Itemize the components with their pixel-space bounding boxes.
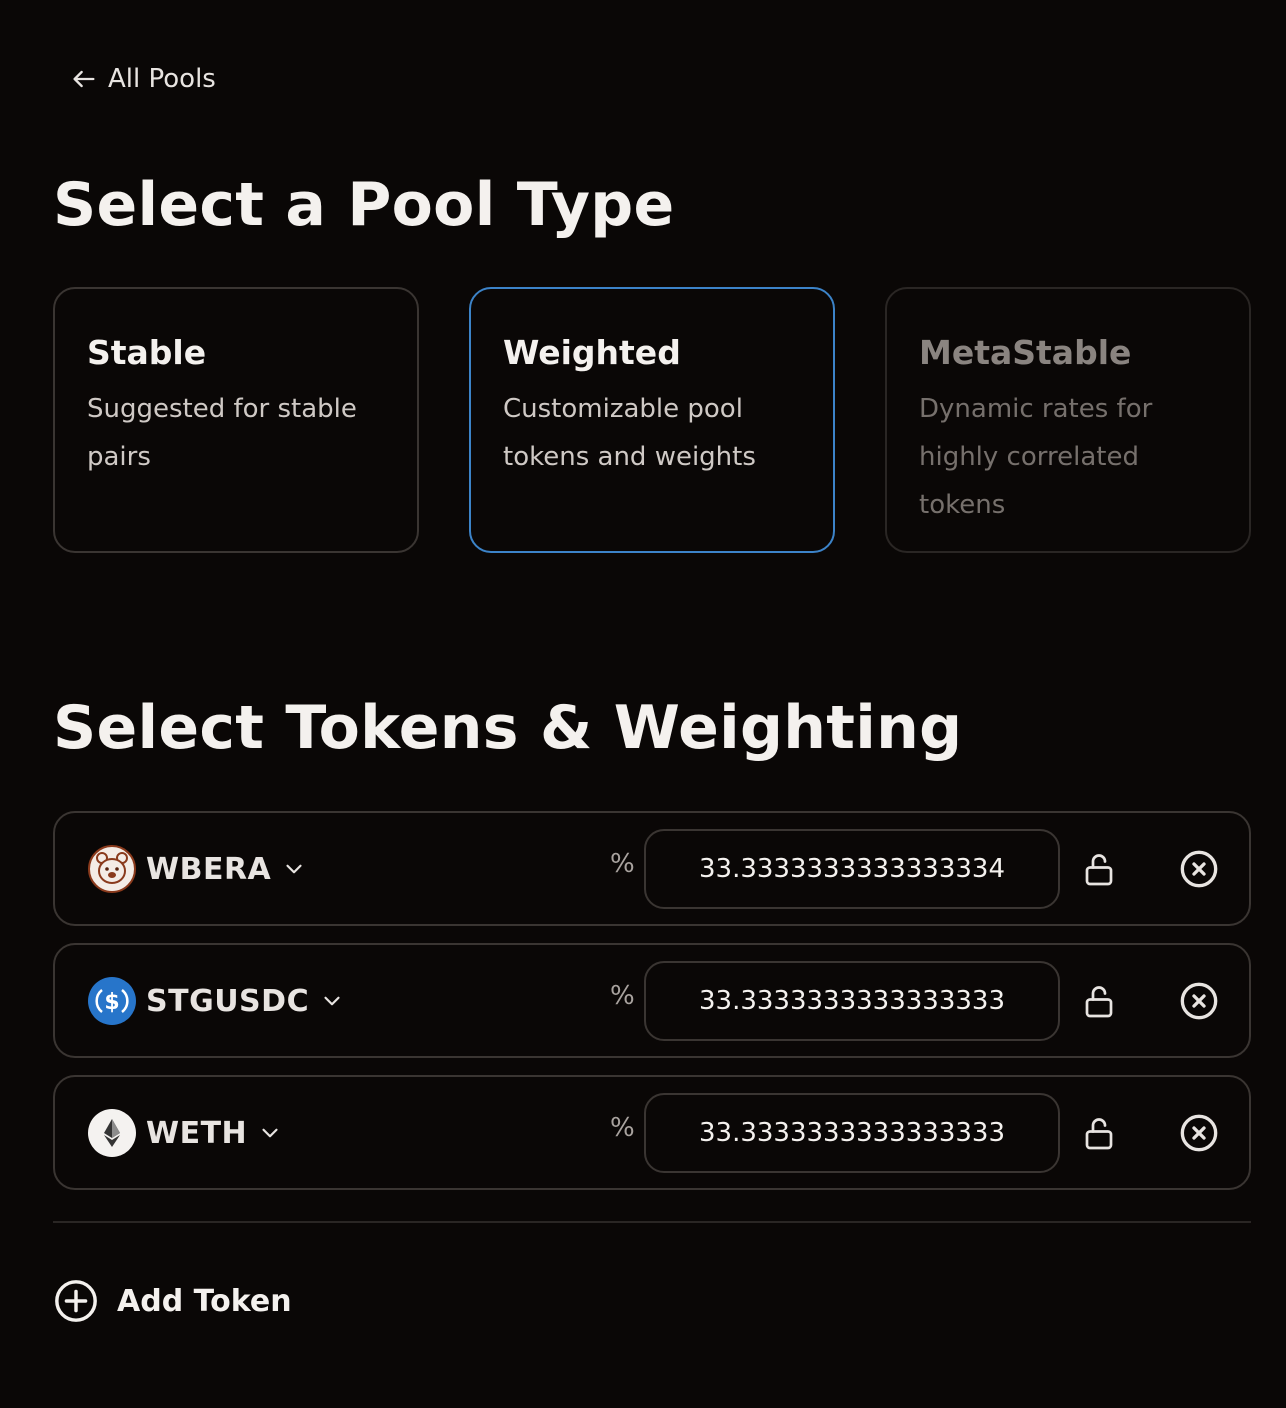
bera-token-icon <box>88 845 136 893</box>
token-row: WETH % <box>53 1075 1251 1190</box>
usdc-token-icon: $ <box>88 977 136 1025</box>
arrow-left-icon <box>73 70 95 88</box>
token-selector-stgusdc[interactable]: $ STGUSDC <box>88 977 345 1025</box>
percent-label: % <box>610 1113 635 1143</box>
token-row: $ STGUSDC % <box>53 943 1251 1058</box>
divider <box>53 1221 1251 1223</box>
pool-type-weighted-card[interactable]: Weighted Customizable pool tokens and we… <box>469 287 835 553</box>
weight-input[interactable] <box>644 961 1060 1041</box>
pool-type-description-metastable: Dynamic rates for highly correlated toke… <box>919 394 1153 520</box>
token-selector-wbera[interactable]: WBERA <box>88 845 307 893</box>
unlock-icon[interactable] <box>1081 1115 1117 1151</box>
tokens-weighting-title: Select Tokens & Weighting <box>53 693 963 763</box>
pool-type-title-metastable: MetaStable <box>919 333 1132 372</box>
close-circle-icon[interactable] <box>1179 981 1219 1021</box>
pool-type-metastable-card[interactable]: MetaStable Dynamic rates for highly corr… <box>885 287 1251 553</box>
token-symbol: STGUSDC <box>146 983 310 1019</box>
token-symbol: WETH <box>146 1115 248 1151</box>
plus-circle-icon <box>55 1280 97 1322</box>
token-symbol: WBERA <box>146 851 272 887</box>
add-token-label: Add Token <box>117 1283 292 1319</box>
pool-type-description-stable: Suggested for stable pairs <box>87 394 357 472</box>
unlock-icon[interactable] <box>1081 983 1117 1019</box>
pool-type-description-weighted: Customizable pool tokens and weights <box>503 394 756 472</box>
percent-label: % <box>610 849 635 879</box>
weight-input[interactable] <box>644 829 1060 909</box>
back-link-label: All Pools <box>108 64 216 94</box>
chevron-down-icon <box>281 856 307 882</box>
weight-input[interactable] <box>644 1093 1060 1173</box>
close-circle-icon[interactable] <box>1179 849 1219 889</box>
eth-token-icon <box>88 1109 136 1157</box>
pool-type-title: Select a Pool Type <box>53 170 675 240</box>
token-selector-weth[interactable]: WETH <box>88 1109 283 1157</box>
pool-type-stable-card[interactable]: Stable Suggested for stable pairs <box>53 287 419 553</box>
svg-text:$: $ <box>104 990 119 1015</box>
add-token-button[interactable]: Add Token <box>53 1277 292 1325</box>
back-to-all-pools-link[interactable]: All Pools <box>70 60 216 98</box>
percent-label: % <box>610 981 635 1011</box>
unlock-icon[interactable] <box>1081 851 1117 887</box>
token-row: WBERA % <box>53 811 1251 926</box>
chevron-down-icon <box>257 1120 283 1146</box>
pool-type-title-stable: Stable <box>87 333 207 372</box>
close-circle-icon[interactable] <box>1179 1113 1219 1153</box>
pool-type-title-weighted: Weighted <box>503 333 681 372</box>
chevron-down-icon <box>319 988 345 1014</box>
